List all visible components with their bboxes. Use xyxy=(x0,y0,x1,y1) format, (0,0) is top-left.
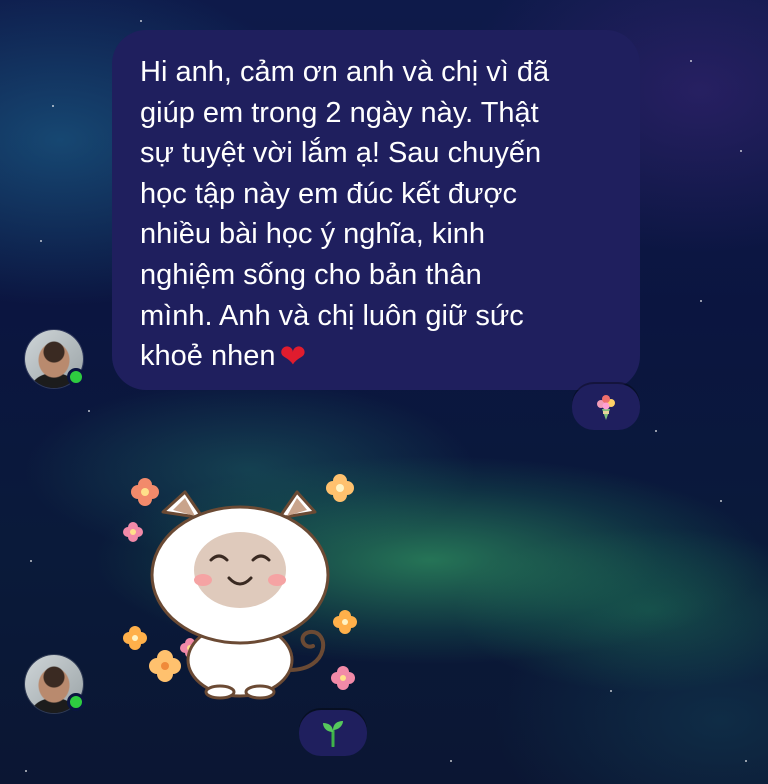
message-bubble[interactable]: Hi anh, cảm ơn anh và chị vì đã giúp em … xyxy=(112,30,640,390)
bouquet-icon xyxy=(597,395,615,420)
bouquet-reaction[interactable] xyxy=(572,384,640,430)
heart-emoji: ❤ xyxy=(279,338,307,375)
sender-avatar[interactable] xyxy=(25,655,85,713)
message-line: nhiều bài học ý nghĩa, kinh xyxy=(140,218,486,251)
cat-tail xyxy=(288,630,325,672)
message-line: mình. Anh và chị luôn giữ sức xyxy=(140,299,524,332)
message-line: nghiệm sống cho bản thân xyxy=(140,258,482,291)
message-line-last: khoẻ nhen ❤ xyxy=(140,336,616,377)
cat-head xyxy=(150,490,330,645)
message-line: Hi anh, cảm ơn anh và chị vì đã xyxy=(140,56,550,88)
message-line: sự tuyệt vời lắm ạ! Sau chuyến xyxy=(140,137,542,170)
online-status-dot xyxy=(67,693,85,711)
seedling-icon xyxy=(323,721,343,747)
online-status-dot xyxy=(67,368,85,386)
message-line: học tập này em đúc kết được xyxy=(140,177,517,210)
sender-avatar[interactable] xyxy=(25,330,85,388)
message-line-text: khoẻ nhen xyxy=(140,340,276,373)
message-line: giúp em trong 2 ngày này. Thật xyxy=(140,96,539,129)
seedling-reaction[interactable] xyxy=(299,710,367,756)
cat-sticker[interactable] xyxy=(115,470,365,700)
